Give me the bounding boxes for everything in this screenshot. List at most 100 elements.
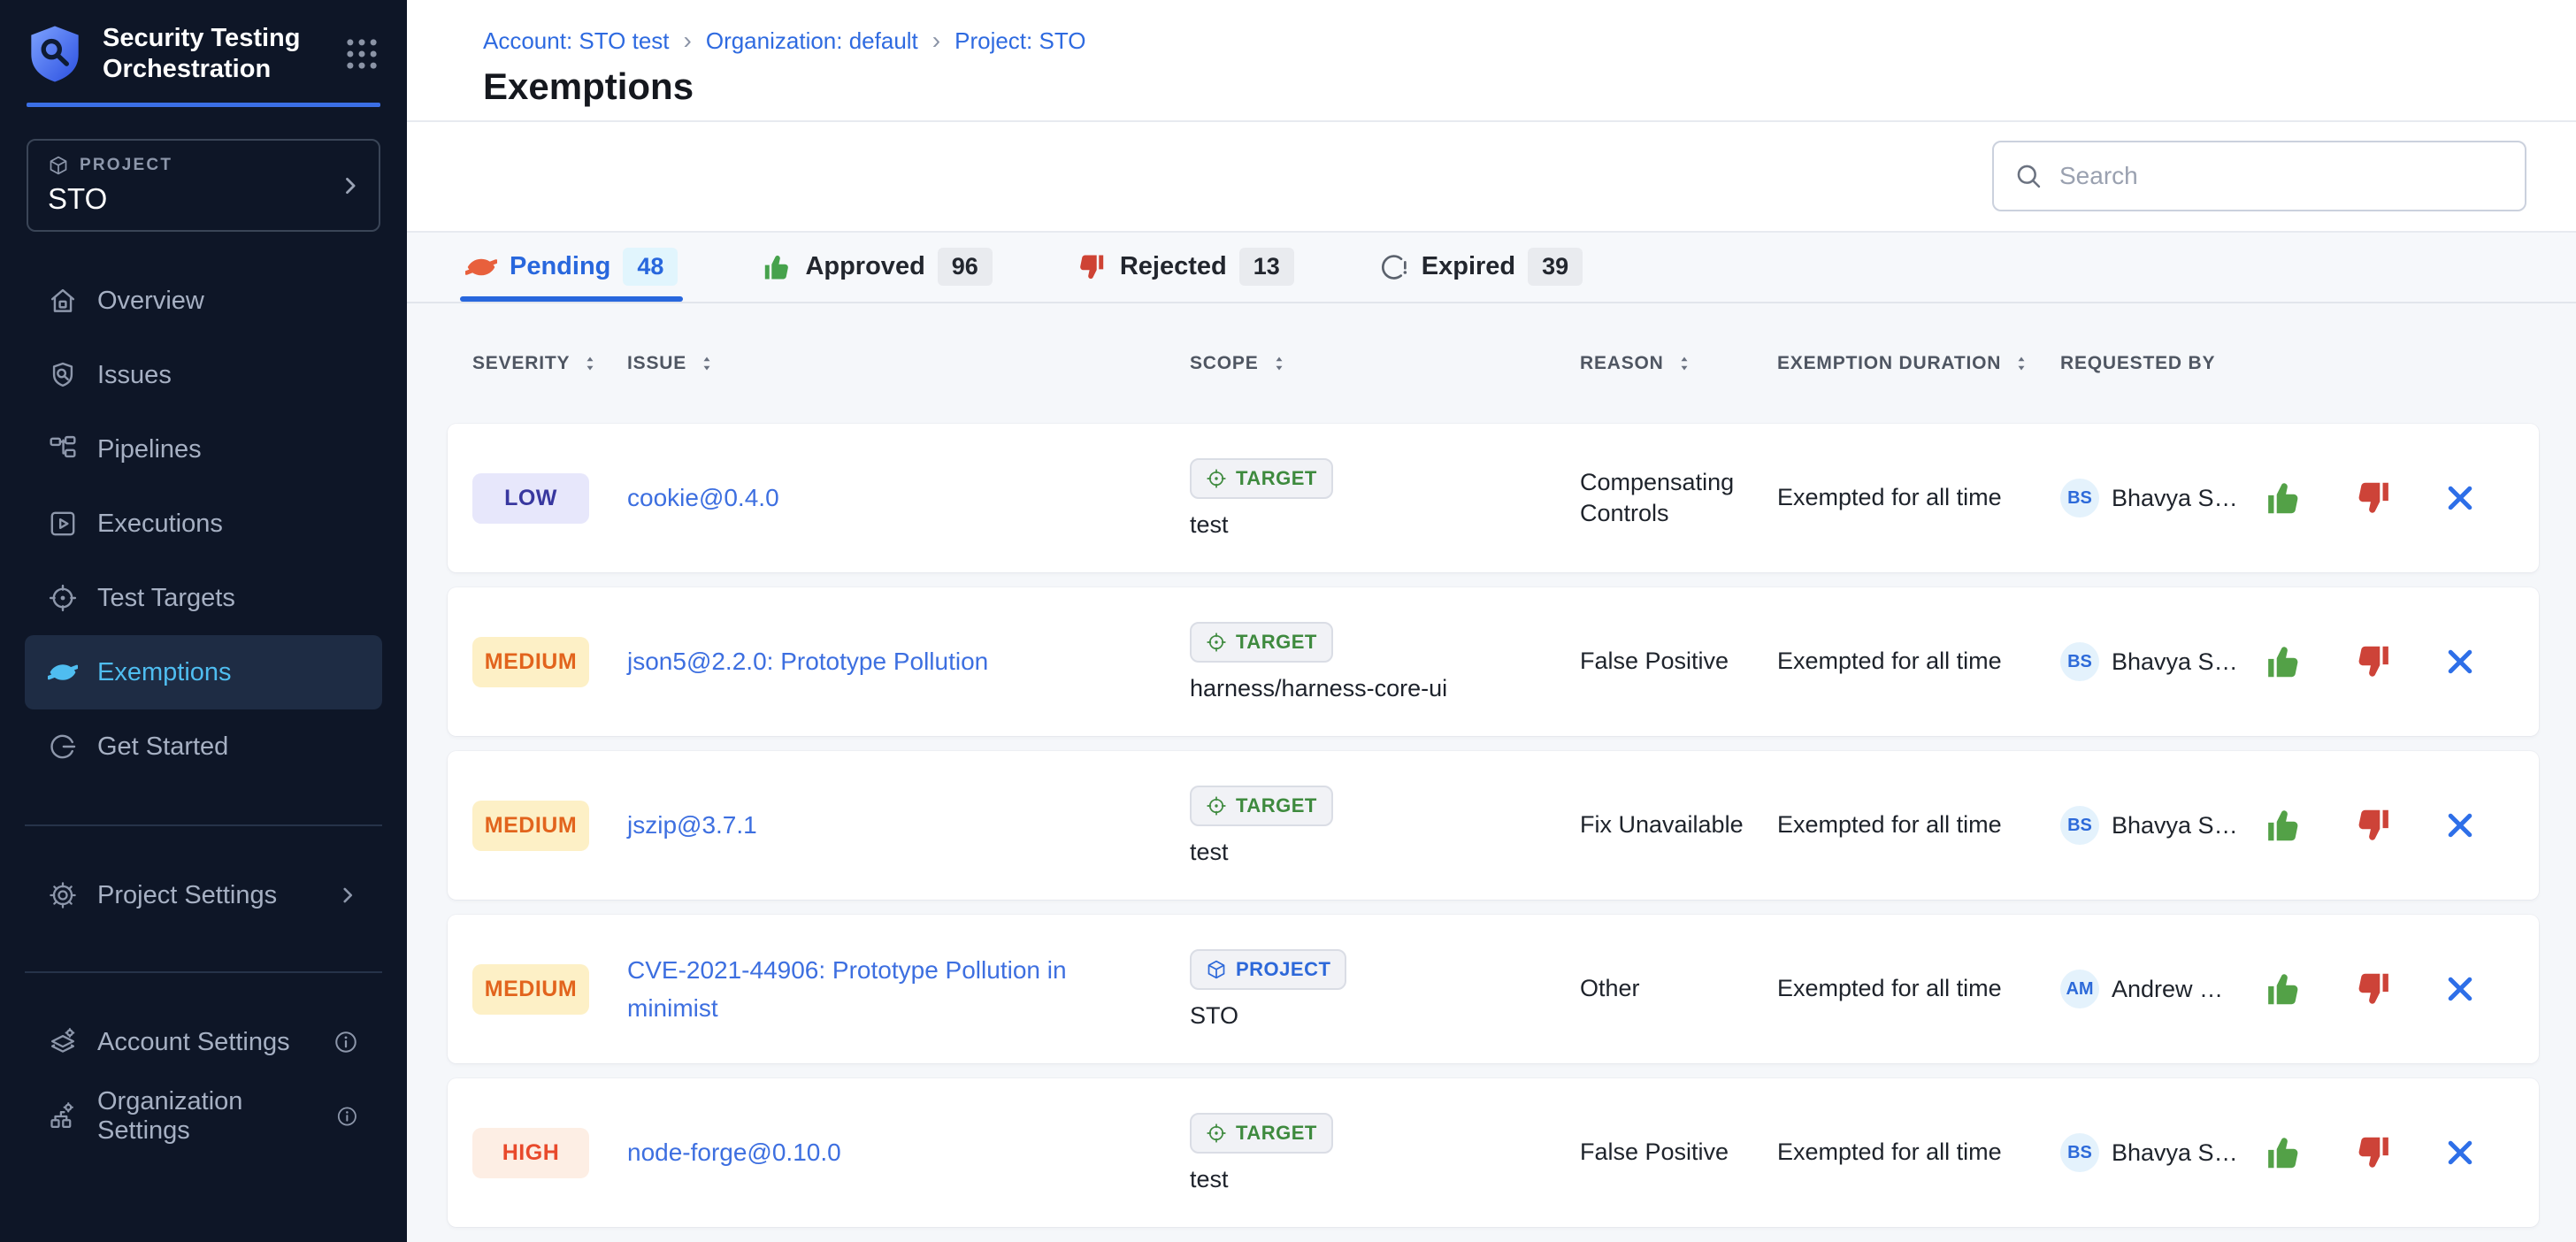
avatar: AM — [2060, 970, 2099, 1008]
sidebar-item-organization-settings[interactable]: Organization Settings — [25, 1079, 382, 1154]
target-icon — [1206, 795, 1227, 816]
app-title: Security Testing Orchestration — [103, 23, 324, 85]
approve-button[interactable] — [2263, 478, 2304, 518]
scope-name: test — [1190, 839, 1229, 866]
play-square-icon — [48, 509, 78, 539]
page-title: Exemptions — [483, 65, 2526, 108]
issue-link[interactable]: cookie@0.4.0 — [627, 479, 1190, 517]
column-header-severity[interactable]: SEVERITY — [472, 352, 627, 375]
org-gear-icon — [48, 1101, 78, 1131]
breadcrumb-account[interactable]: Account: STO test — [483, 27, 670, 55]
sidebar-item-account-settings[interactable]: Account Settings — [25, 1005, 382, 1079]
sort-icon — [697, 352, 717, 375]
reject-button[interactable] — [2353, 1132, 2394, 1173]
search-box[interactable] — [1992, 141, 2526, 211]
thumb-up-icon — [2263, 805, 2304, 846]
close-icon — [2443, 809, 2477, 842]
tab-count-badge: 96 — [938, 248, 993, 286]
breadcrumb-project[interactable]: Project: STO — [954, 27, 1085, 55]
table-header-row: SEVERITY ISSUE SCOPE REASON EXEMPTION DU… — [448, 303, 2539, 424]
close-icon — [2443, 972, 2477, 1006]
reason-text: False Positive — [1580, 1137, 1777, 1168]
dismiss-button[interactable] — [2443, 645, 2477, 678]
tab-label: Rejected — [1120, 252, 1227, 281]
project-selector[interactable]: PROJECT STO — [27, 139, 380, 232]
approve-button[interactable] — [2263, 641, 2304, 682]
sidebar-item-label: Get Started — [97, 732, 228, 762]
scope-name: STO — [1190, 1002, 1238, 1030]
scope-name: test — [1190, 1166, 1229, 1193]
table-row: HIGH node-forge@0.10.0 TARGET test False… — [448, 1078, 2539, 1227]
tab-label: Expired — [1422, 252, 1515, 281]
issue-link[interactable]: node-forge@0.10.0 — [627, 1133, 1190, 1171]
thumb-up-icon — [2263, 478, 2304, 518]
breadcrumb-separator: › — [932, 27, 940, 55]
chevron-right-icon — [338, 173, 363, 198]
scope-name: harness/harness-core-ui — [1190, 675, 1447, 702]
reject-button[interactable] — [2353, 641, 2394, 682]
dismiss-button[interactable] — [2443, 481, 2477, 515]
thumb-down-icon — [2353, 805, 2394, 846]
scope-badge: PROJECT — [1190, 949, 1346, 990]
reject-button[interactable] — [2353, 969, 2394, 1009]
column-header-issue[interactable]: ISSUE — [627, 352, 1190, 375]
sidebar: Security Testing Orchestration PROJECT S… — [0, 0, 407, 1242]
issue-link[interactable]: jszip@3.7.1 — [627, 806, 1190, 844]
column-header-requested-by: REQUESTED BY — [2060, 353, 2263, 374]
tab-pending[interactable]: Pending 48 — [465, 233, 678, 302]
cube-icon — [48, 155, 69, 176]
close-icon — [2443, 1136, 2477, 1169]
tab-count-badge: 48 — [623, 248, 678, 286]
scope-badge: TARGET — [1190, 1113, 1333, 1154]
approve-button[interactable] — [2263, 1132, 2304, 1173]
approve-button[interactable] — [2263, 805, 2304, 846]
dismiss-button[interactable] — [2443, 1136, 2477, 1169]
thumb-up-icon — [2263, 969, 2304, 1009]
table-row: LOW cookie@0.4.0 TARGET test Compensatin… — [448, 424, 2539, 572]
dismiss-button[interactable] — [2443, 809, 2477, 842]
sidebar-item-test-targets[interactable]: Test Targets — [25, 561, 382, 635]
breadcrumb-organization[interactable]: Organization: default — [706, 27, 918, 55]
column-header-exemption-duration[interactable]: EXEMPTION DURATION — [1777, 352, 2060, 375]
home-icon — [48, 286, 78, 316]
gear-icon — [48, 880, 78, 910]
issue-link[interactable]: json5@2.2.0: Prototype Pollution — [627, 642, 1190, 680]
breadcrumb: Account: STO test › Organization: defaul… — [483, 27, 2526, 55]
app-switcher-grid-icon[interactable] — [343, 35, 380, 73]
search-icon — [2013, 161, 2043, 191]
layers-gear-icon — [48, 1027, 78, 1057]
thumb-up-icon — [2263, 641, 2304, 682]
sidebar-item-executions[interactable]: Executions — [25, 487, 382, 561]
sidebar-item-get-started[interactable]: Get Started — [25, 709, 382, 784]
requested-by-name: Andrew … — [2112, 976, 2223, 1003]
tab-approved[interactable]: Approved 96 — [761, 233, 992, 302]
sort-icon — [1675, 352, 1694, 375]
reject-button[interactable] — [2353, 805, 2394, 846]
sidebar-item-issues[interactable]: Issues — [25, 338, 382, 412]
sidebar-item-pipelines[interactable]: Pipelines — [25, 412, 382, 487]
target-icon — [48, 583, 78, 613]
issue-link[interactable]: CVE-2021-44906: Prototype Pollution in m… — [627, 951, 1190, 1028]
sidebar-item-label: Pipelines — [97, 435, 202, 464]
reject-button[interactable] — [2353, 478, 2394, 518]
dismiss-button[interactable] — [2443, 972, 2477, 1006]
sort-icon — [580, 352, 600, 375]
info-icon[interactable] — [333, 1029, 359, 1055]
column-header-scope[interactable]: SCOPE — [1190, 352, 1580, 375]
info-icon[interactable] — [335, 1103, 359, 1130]
approve-button[interactable] — [2263, 969, 2304, 1009]
tab-rejected[interactable]: Rejected 13 — [1076, 233, 1294, 302]
accent-bar — [27, 103, 380, 107]
column-header-reason[interactable]: REASON — [1580, 352, 1777, 375]
tab-label: Pending — [510, 252, 610, 281]
tab-bar: Pending 48 Approved 96 Rejected 13 Expir… — [407, 233, 2576, 303]
reason-text: Compensating Controls — [1580, 467, 1777, 529]
avatar: BS — [2060, 479, 2099, 518]
toolbar — [407, 122, 2576, 233]
search-input[interactable] — [2059, 162, 2505, 190]
sidebar-item-project-settings[interactable]: Project Settings — [25, 858, 382, 932]
scope-name: test — [1190, 511, 1229, 539]
tab-expired[interactable]: Expired 39 — [1377, 233, 1583, 302]
sidebar-item-overview[interactable]: Overview — [25, 264, 382, 338]
sidebar-item-exemptions[interactable]: Exemptions — [25, 635, 382, 709]
